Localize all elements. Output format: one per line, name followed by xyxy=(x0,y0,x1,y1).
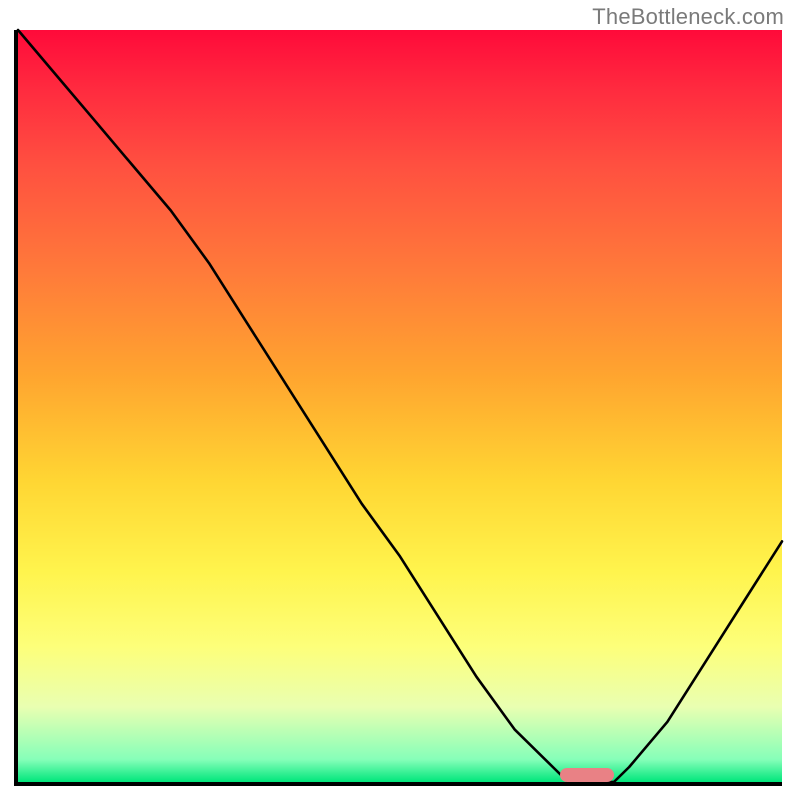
y-axis xyxy=(14,30,18,786)
bottleneck-curve xyxy=(18,30,782,782)
chart-plot-area xyxy=(18,30,782,782)
optimal-range-marker xyxy=(560,768,613,782)
watermark-text: TheBottleneck.com xyxy=(592,4,784,30)
curve-path xyxy=(18,30,782,782)
x-axis xyxy=(14,782,782,786)
